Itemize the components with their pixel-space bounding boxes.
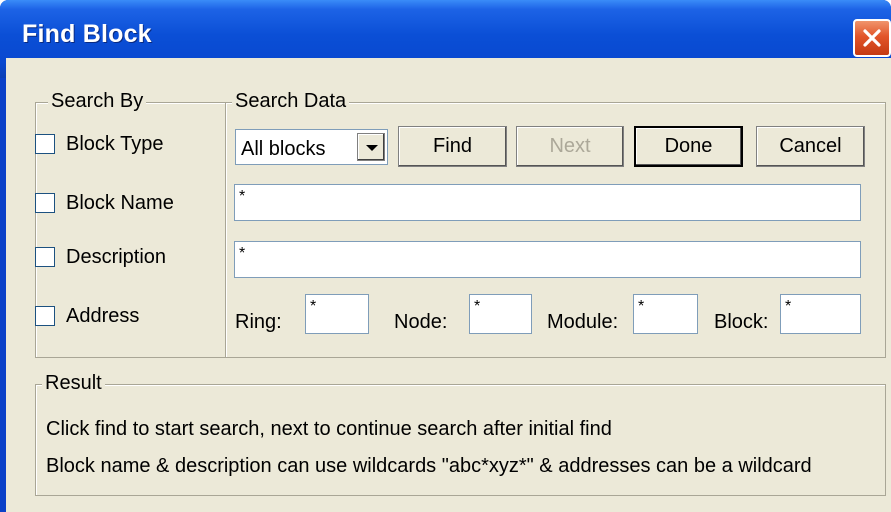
address-checkbox[interactable] — [35, 306, 55, 326]
block-scope-select[interactable]: All blocks — [235, 129, 388, 165]
block-type-option[interactable]: Block Type — [35, 132, 163, 156]
module-label: Module: — [547, 311, 619, 333]
block-name-option[interactable]: Block Name — [35, 191, 174, 215]
node-label: Node: — [394, 311, 448, 333]
next-button-label: Next — [549, 135, 591, 157]
next-button[interactable]: Next — [516, 126, 624, 167]
done-button[interactable]: Done — [634, 126, 743, 167]
description-checkbox[interactable] — [35, 247, 55, 267]
cancel-button[interactable]: Cancel — [756, 126, 865, 167]
description-option[interactable]: Description — [35, 245, 166, 269]
description-label: Description — [66, 245, 167, 268]
ring-field[interactable]: * — [305, 294, 369, 334]
search-by-label: Search By — [48, 90, 147, 113]
search-data-label: Search Data — [232, 90, 350, 113]
block-address-field[interactable]: * — [780, 294, 861, 334]
block-scope-value: All blocks — [241, 138, 326, 160]
node-field[interactable]: * — [469, 294, 532, 334]
dialog-body: Search By Block Type Block Name Descript… — [6, 58, 891, 512]
window-title: Find Block — [22, 20, 152, 48]
block-type-checkbox[interactable] — [35, 134, 55, 154]
find-button-label: Find — [433, 135, 472, 157]
block-name-search-field[interactable]: * — [234, 241, 861, 278]
module-field[interactable]: * — [633, 294, 698, 334]
result-message-line2: Block name & description can use wildcar… — [46, 455, 812, 477]
result-message-line1: Click find to start search, next to cont… — [46, 418, 612, 440]
address-label: Address — [66, 304, 140, 327]
done-button-label: Done — [664, 135, 713, 157]
ring-label: Ring: — [235, 311, 282, 333]
cancel-button-label: Cancel — [779, 135, 842, 157]
find-block-window: Find Block Search By Block Type Block Na… — [0, 0, 891, 512]
close-icon — [863, 29, 881, 47]
chevron-down-icon[interactable] — [357, 133, 385, 161]
block-type-label: Block Type — [66, 132, 164, 155]
block-type-search-field[interactable]: * — [234, 184, 861, 221]
find-button[interactable]: Find — [398, 126, 507, 167]
block-address-label: Block: — [714, 311, 769, 333]
result-label: Result — [42, 372, 105, 395]
block-name-label: Block Name — [66, 191, 174, 214]
close-button[interactable] — [853, 19, 891, 57]
block-name-checkbox[interactable] — [35, 193, 55, 213]
address-option[interactable]: Address — [35, 304, 139, 328]
